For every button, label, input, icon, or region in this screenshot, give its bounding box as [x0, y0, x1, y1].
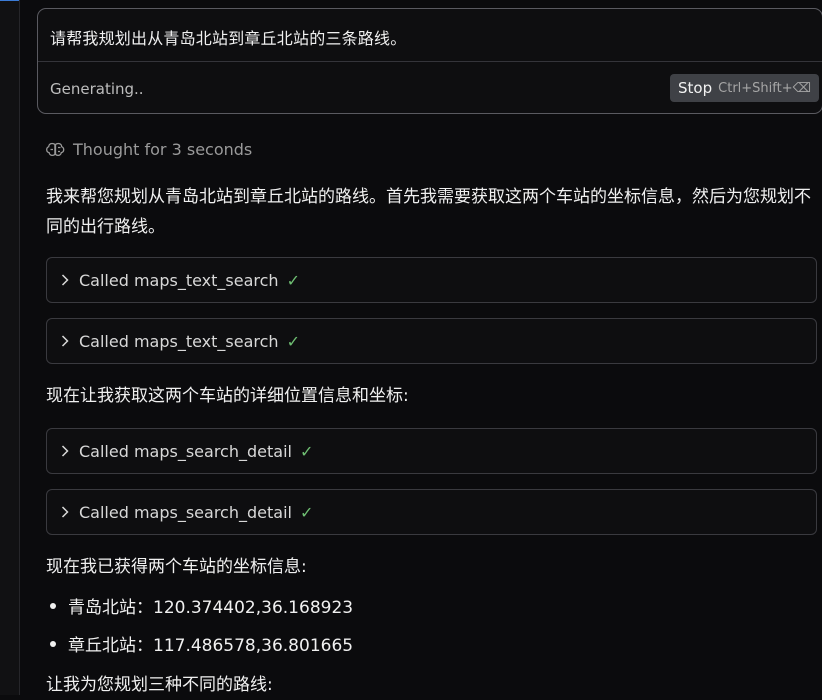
check-icon: ✓ — [286, 270, 300, 290]
left-gutter — [0, 0, 20, 695]
gutter-accent-line — [0, 0, 19, 1]
tool-call-label: Called maps_search_detail — [79, 441, 292, 461]
list-item: 青岛北站：120.374402,36.168923 — [46, 593, 353, 618]
tool-call-label: Called maps_text_search — [79, 270, 279, 290]
assistant-intro-text: 我来帮您规划从青岛北站到章丘北站的路线。首先我需要获取这两个车站的坐标信息，然后… — [46, 187, 811, 237]
tool-call-maps-text-search-1[interactable]: Called maps_text_search ✓ — [46, 257, 817, 303]
chevron-right-icon — [61, 445, 69, 457]
chevron-right-icon — [61, 274, 69, 286]
tool-call-label: Called maps_text_search — [79, 331, 279, 351]
stop-shortcut-hint: Ctrl+Shift+⌫ — [718, 80, 811, 96]
list-item: 章丘北站：117.486578,36.801665 — [46, 631, 353, 656]
prompt-text: 请帮我规划出从青岛北站到章丘北站的三条路线。 — [50, 29, 407, 48]
station-coordinate-text: 章丘北站：117.486578,36.801665 — [68, 636, 354, 656]
tool-call-maps-search-detail-2[interactable]: Called maps_search_detail ✓ — [46, 489, 817, 535]
stop-button[interactable]: Stop Ctrl+Shift+⌫ — [670, 74, 819, 102]
thought-label: Thought for 3 seconds — [73, 140, 253, 159]
stop-button-label: Stop — [678, 79, 713, 97]
check-icon: ✓ — [286, 331, 300, 351]
assistant-plan-intro: 让我为您规划三种不同的路线: — [46, 675, 273, 695]
check-icon: ✓ — [299, 441, 314, 461]
check-icon: ✓ — [299, 502, 314, 522]
chat-panel: 请帮我规划出从青岛北站到章丘北站的三条路线。 Generating.. Stop… — [20, 0, 822, 695]
generating-status: Generating.. — [50, 80, 144, 98]
tool-call-maps-text-search-2[interactable]: Called maps_text_search ✓ — [46, 318, 817, 364]
chevron-right-icon — [61, 506, 69, 518]
assistant-coords-intro: 现在我已获得两个车站的坐标信息: — [46, 557, 307, 577]
chevron-right-icon — [61, 335, 69, 347]
assistant-detail-intro: 现在让我获取这两个车站的详细位置信息和坐标: — [46, 386, 409, 406]
bullet-dot — [50, 602, 56, 609]
thought-summary[interactable]: Thought for 3 seconds — [46, 140, 252, 159]
tool-call-label: Called maps_search_detail — [79, 502, 292, 522]
bullet-dot — [50, 640, 56, 647]
station-coordinate-text: 青岛北站：120.374402,36.168923 — [68, 598, 354, 618]
prompt-box: 请帮我规划出从青岛北站到章丘北站的三条路线。 Generating.. Stop… — [37, 8, 822, 114]
tool-call-maps-search-detail-1[interactable]: Called maps_search_detail ✓ — [46, 428, 817, 474]
brain-icon — [46, 142, 65, 157]
prompt-divider — [38, 61, 822, 62]
